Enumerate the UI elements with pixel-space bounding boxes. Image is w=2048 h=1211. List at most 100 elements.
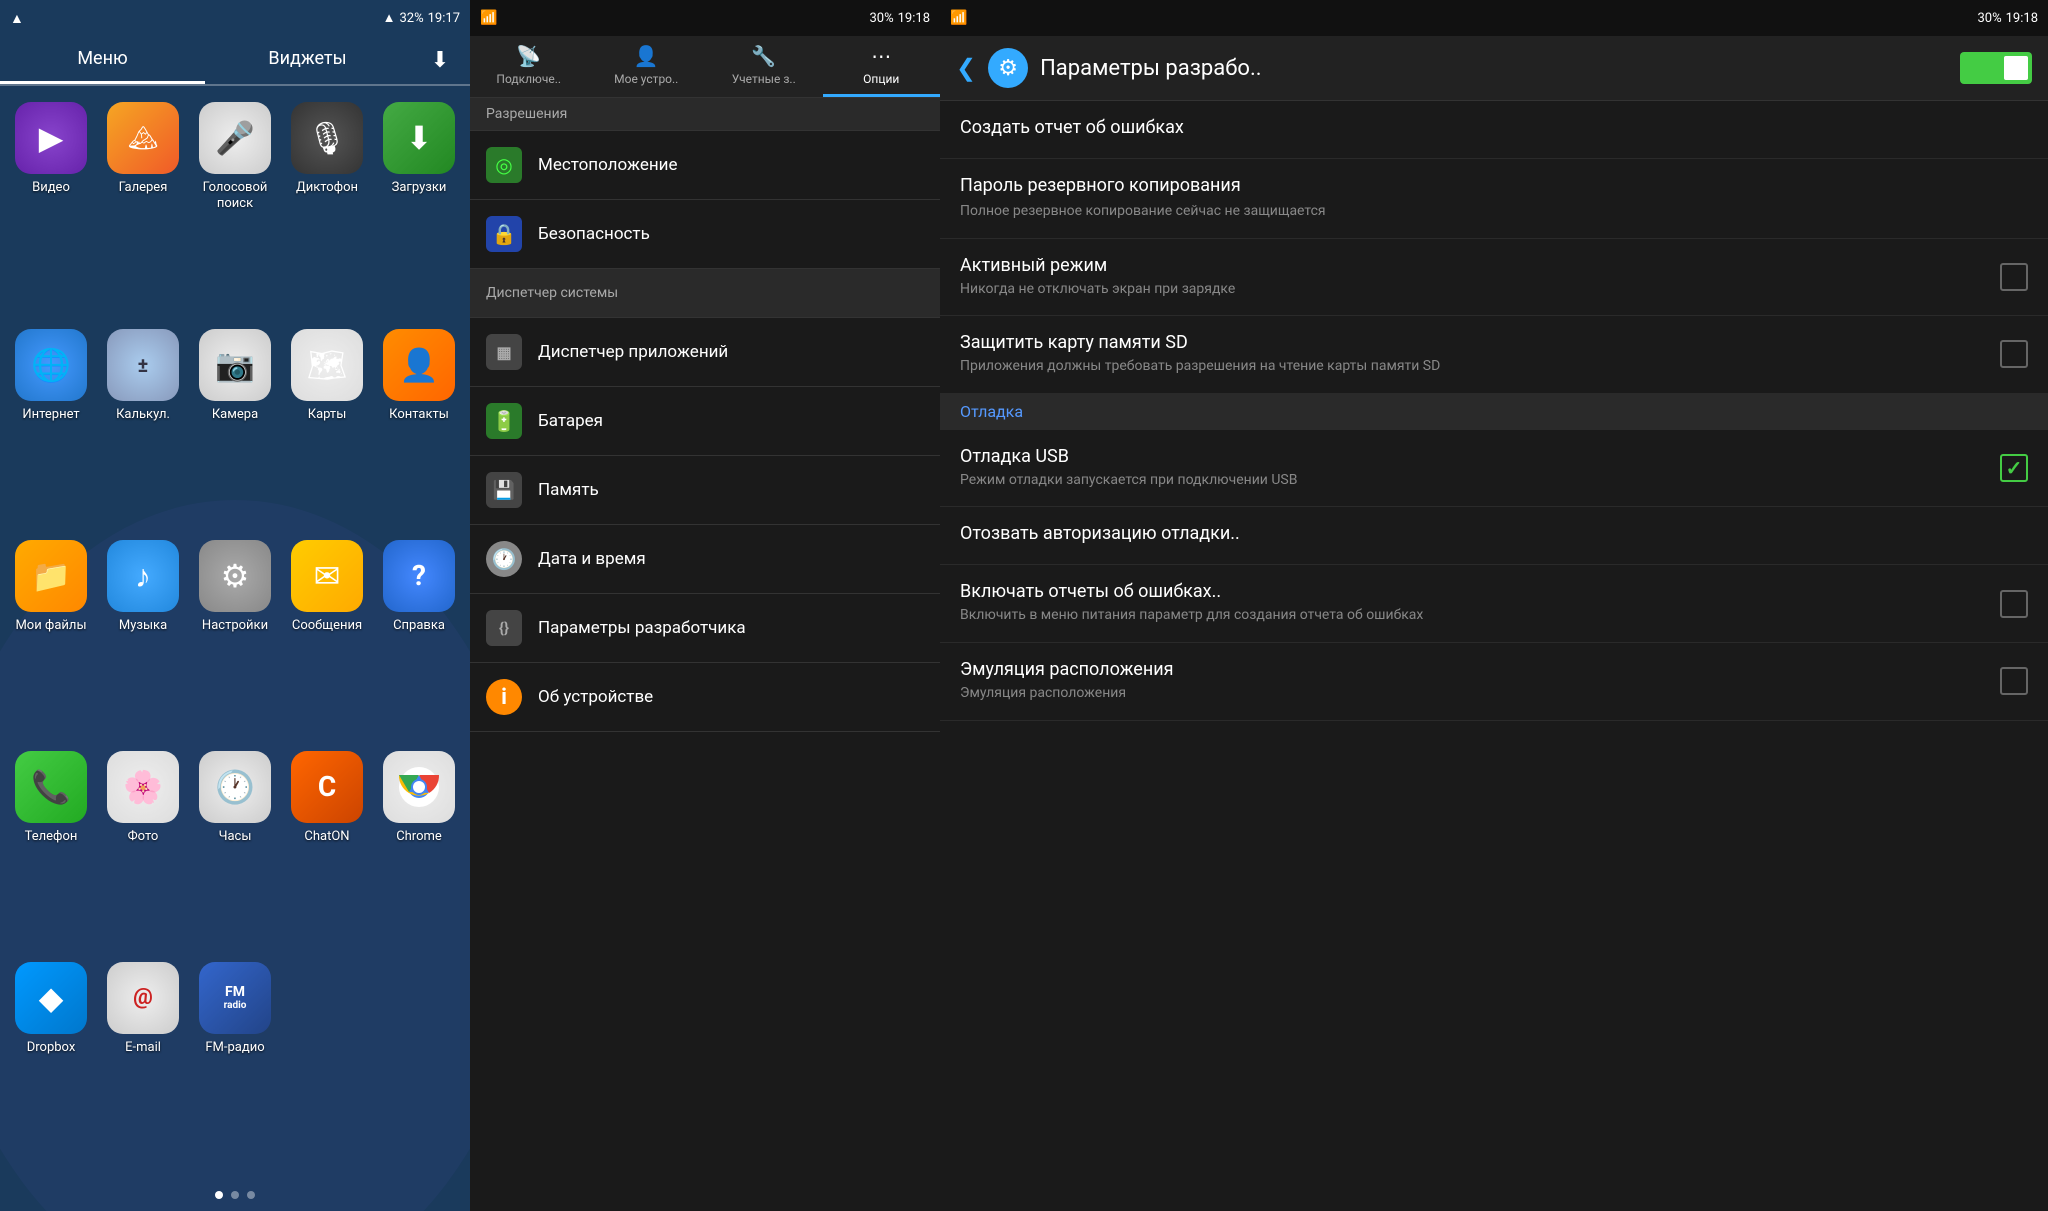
error-reports-title: Включать отчеты об ошибках.. <box>960 581 1423 602</box>
settings-list: Разрешения ◎ Местоположение 🔒 Безопаснос… <box>470 98 940 1211</box>
app-icon-photos: 🌸 <box>107 751 179 823</box>
app-camera[interactable]: 📷 Камера <box>194 329 276 530</box>
developer-gear-icon: ⚙ <box>988 48 1028 88</box>
mock-location-row: Эмуляция расположения Эмуляция расположе… <box>960 659 2028 704</box>
app-email[interactable]: @ E-mail <box>102 962 184 1163</box>
app-video[interactable]: ▶ Видео <box>10 102 92 319</box>
settings-item-security[interactable]: 🔒 Безопасность <box>470 200 940 269</box>
dev-item-mock-location[interactable]: Эмуляция расположения Эмуляция расположе… <box>940 643 2048 721</box>
settings-item-location[interactable]: ◎ Местоположение <box>470 131 940 200</box>
dev-item-protect-sd[interactable]: Защитить карту памяти SD Приложения долж… <box>940 316 2048 394</box>
revoke-auth-row: Отозвать авторизацию отладки.. <box>960 523 2028 548</box>
app-photos[interactable]: 🌸 Фото <box>102 751 184 952</box>
app-maps[interactable]: 🗺 Карты <box>286 329 368 530</box>
app-label-chaton: ChatON <box>304 829 349 845</box>
app-label-photos: Фото <box>128 829 159 845</box>
app-label-messages: Сообщения <box>292 618 362 634</box>
app-icon-music: ♪ <box>107 540 179 612</box>
app-recorder[interactable]: 🎙 Диктофон <box>286 102 368 319</box>
app-phone[interactable]: 📞 Телефон <box>10 751 92 952</box>
appmanager-label: Диспетчер приложений <box>538 342 728 362</box>
settings-panel: 📶 30% 19:18 📡 Подключе.. 👤 Мое устро.. 🔧… <box>470 0 940 1211</box>
app-icon-help: ? <box>383 540 455 612</box>
app-clock[interactable]: 🕐 Часы <box>194 751 276 952</box>
dev-item-error-reports[interactable]: Включать отчеты об ошибках.. Включить в … <box>940 565 2048 643</box>
tab-mydevice[interactable]: 👤 Мое устро.. <box>588 36 706 97</box>
app-icon-settings: ⚙ <box>199 540 271 612</box>
settings-item-appmanager[interactable]: ▦ Диспетчер приложений <box>470 318 940 387</box>
bug-report-row: Создать отчет об ошибках <box>960 117 2028 142</box>
memory-label: Память <box>538 480 599 500</box>
app-label-video: Видео <box>32 180 70 196</box>
app-label-email: E-mail <box>125 1040 161 1056</box>
settings-wifi-icon: 📶 <box>480 10 497 26</box>
app-icon-recorder: 🎙 <box>291 102 363 174</box>
error-reports-text: Включать отчеты об ошибках.. Включить в … <box>960 581 1423 626</box>
home-screen: ▲ ▲ 32% 19:17 Меню Виджеты ⬇ ▶ Видео 🏔 Г… <box>0 0 470 1211</box>
dot-1 <box>215 1191 223 1199</box>
tab-options[interactable]: ⋯ Опции <box>823 36 941 97</box>
error-reports-checkbox[interactable] <box>2000 590 2028 618</box>
home-status-bar: ▲ ▲ 32% 19:17 <box>0 0 470 36</box>
dev-item-revoke-auth[interactable]: Отозвать авторизацию отладки.. <box>940 507 2048 565</box>
app-label-clock: Часы <box>219 829 252 845</box>
datetime-icon: 🕐 <box>486 541 522 577</box>
dev-item-backup-password[interactable]: Пароль резервного копирования Полное рез… <box>940 159 2048 239</box>
settings-item-sysmanager-header: Диспетчер системы <box>470 269 940 318</box>
developer-toggle-knob <box>2004 56 2028 80</box>
mock-location-checkbox[interactable] <box>2000 667 2028 695</box>
app-voice[interactable]: 🎤 Голосовой поиск <box>194 102 276 319</box>
location-icon: ◎ <box>486 147 522 183</box>
app-icon-camera: 📷 <box>199 329 271 401</box>
settings-item-devtools[interactable]: {} Параметры разработчика <box>470 594 940 663</box>
home-tabs: Меню Виджеты ⬇ <box>0 36 470 86</box>
dev-item-bug-report[interactable]: Создать отчет об ошибках <box>940 101 2048 159</box>
app-downloads[interactable]: ⬇ Загрузки <box>378 102 460 319</box>
home-time: 19:17 <box>428 11 460 26</box>
app-icon-dropbox: ◆ <box>15 962 87 1034</box>
protect-sd-checkbox[interactable] <box>2000 340 2028 368</box>
download-tab-icon[interactable]: ⬇ <box>410 36 470 84</box>
revoke-auth-title: Отозвать авторизацию отладки.. <box>960 523 1240 544</box>
app-gallery[interactable]: 🏔 Галерея <box>102 102 184 319</box>
settings-item-datetime[interactable]: 🕐 Дата и время <box>470 525 940 594</box>
tab-widgets[interactable]: Виджеты <box>205 36 410 84</box>
tab-accounts[interactable]: 🔧 Учетные з.. <box>705 36 823 97</box>
tab-menu[interactable]: Меню <box>0 36 205 84</box>
app-myfiles[interactable]: 📁 Мои файлы <box>10 540 92 741</box>
app-messages[interactable]: ✉ Сообщения <box>286 540 368 741</box>
app-icon-video: ▶ <box>15 102 87 174</box>
bug-report-title: Создать отчет об ошибках <box>960 117 1184 138</box>
connect-tab-icon: 📡 <box>516 44 541 68</box>
app-calc[interactable]: ± Калькул. <box>102 329 184 530</box>
app-contacts[interactable]: 👤 Контакты <box>378 329 460 530</box>
app-icon-calc: ± <box>107 329 179 401</box>
usb-debug-checkbox[interactable] <box>2000 454 2028 482</box>
dev-item-stay-awake[interactable]: Активный режим Никогда не отключать экра… <box>940 239 2048 317</box>
settings-item-battery[interactable]: 🔋 Батарея <box>470 387 940 456</box>
app-internet[interactable]: 🌐 Интернет <box>10 329 92 530</box>
settings-item-about[interactable]: i Об устройстве <box>470 663 940 732</box>
app-music[interactable]: ♪ Музыка <box>102 540 184 741</box>
protect-sd-title: Защитить карту памяти SD <box>960 332 1440 353</box>
app-chaton[interactable]: C ChatON <box>286 751 368 952</box>
app-settings[interactable]: ⚙ Настройки <box>194 540 276 741</box>
stay-awake-checkbox[interactable] <box>2000 263 2028 291</box>
app-help[interactable]: ? Справка <box>378 540 460 741</box>
app-fmradio[interactable]: FMradio FM-радио <box>194 962 276 1163</box>
tab-connect[interactable]: 📡 Подключе.. <box>470 36 588 97</box>
app-dropbox[interactable]: ◆ Dropbox <box>10 962 92 1163</box>
location-label: Местоположение <box>538 155 678 175</box>
settings-item-memory[interactable]: 💾 Память <box>470 456 940 525</box>
usb-debug-row: Отладка USB Режим отладки запускается пр… <box>960 446 2028 491</box>
stay-awake-title: Активный режим <box>960 255 1235 276</box>
battery-label: Батарея <box>538 411 603 431</box>
back-button[interactable]: ❮ <box>956 54 976 82</box>
developer-toggle[interactable] <box>1960 52 2032 84</box>
dev-item-usb-debug[interactable]: Отладка USB Режим отладки запускается пр… <box>940 430 2048 508</box>
dev-wifi-icon: 📶 <box>950 10 967 26</box>
app-grid: ▶ Видео 🏔 Галерея 🎤 Голосовой поиск 🎙 Ди… <box>0 86 470 1179</box>
app-label-help: Справка <box>393 618 445 634</box>
app-chrome[interactable]: Chrome <box>378 751 460 952</box>
appmanager-icon: ▦ <box>486 334 522 370</box>
